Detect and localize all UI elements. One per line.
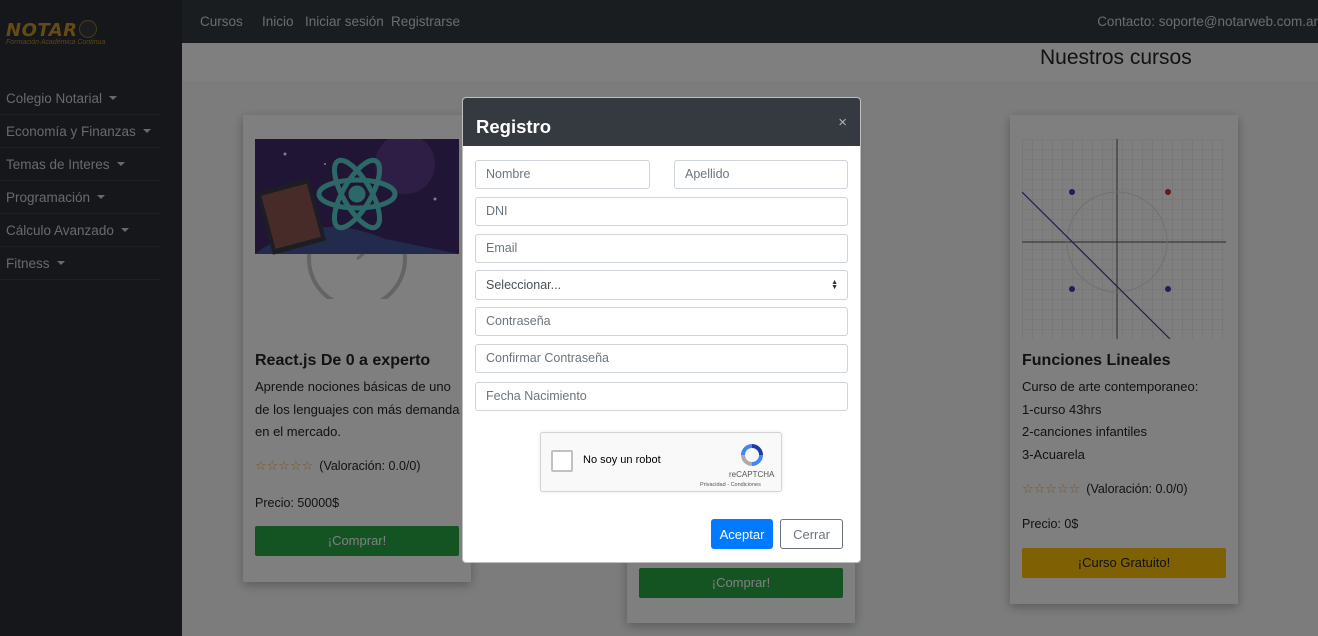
recaptcha-label: No soy un robot [583, 454, 661, 466]
seleccionar-select[interactable]: Seleccionar... ▲ ▼ [475, 270, 848, 300]
apellido-input[interactable]: Apellido [674, 160, 848, 189]
register-modal: Registro × Nombre Apellido DNI Email Sel… [462, 97, 861, 563]
recaptcha-widget: No soy un robot reCAPTCHA Privacidad - C… [540, 432, 782, 492]
confirm-password-input[interactable]: Confirmar Contraseña [475, 344, 848, 373]
close-icon[interactable]: × [838, 114, 847, 131]
email-input[interactable]: Email [475, 234, 848, 263]
nombre-input[interactable]: Nombre [475, 160, 650, 189]
modal-header: Registro × [463, 98, 860, 146]
select-value: Seleccionar... [486, 278, 562, 292]
recaptcha-logo-icon [741, 444, 763, 466]
select-arrows-icon: ▲ ▼ [831, 279, 838, 291]
recaptcha-links[interactable]: Privacidad - Condiciones [700, 482, 761, 488]
modal-title: Registro [476, 116, 552, 137]
close-button[interactable]: Cerrar [780, 519, 843, 549]
recaptcha-brand: reCAPTCHA [729, 470, 775, 479]
dni-input[interactable]: DNI [475, 197, 848, 226]
password-input[interactable]: Contraseña [475, 307, 848, 336]
recaptcha-checkbox[interactable] [551, 450, 573, 472]
birthdate-input[interactable]: Fecha Nacimiento [475, 382, 848, 411]
accept-button[interactable]: Aceptar [711, 519, 773, 549]
